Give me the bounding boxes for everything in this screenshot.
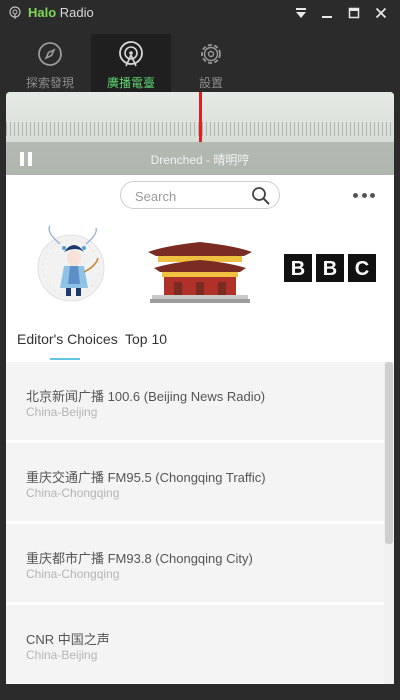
search-box[interactable] [120, 181, 280, 209]
nav-label-explore: 探索發現 [25, 76, 74, 90]
close-button[interactable] [372, 4, 390, 22]
station-title: 重庆都市广播 FM93.8 (Chongqing City) [26, 551, 253, 566]
scrollbar-thumb[interactable] [385, 362, 393, 544]
bbc-logo-icon: B B C [284, 254, 376, 282]
dropdown-menu-button[interactable] [292, 4, 310, 22]
nav-item-explore[interactable]: 探索發現 [10, 34, 90, 92]
nav-label-settings: 設置 [198, 76, 223, 90]
station-list-item[interactable]: 北京新闻广播 100.6 (Beijing News Radio) China-… [6, 362, 384, 440]
maximize-button[interactable] [345, 4, 363, 22]
player-bar: Drenched - 晴明哼 [6, 142, 394, 175]
app-title-part2: Radio [56, 5, 94, 20]
station-list-item[interactable]: 重庆都市广播 FM93.8 (Chongqing City) China-Cho… [6, 524, 384, 602]
maximize-icon [348, 7, 360, 19]
search-input[interactable] [135, 187, 245, 205]
close-icon [375, 7, 387, 19]
peking-opera-figure-icon [37, 225, 105, 302]
window-bottom-border [0, 684, 400, 700]
featured-forbidden-city-card[interactable] [144, 222, 256, 314]
tab-bar: Editor's Choices Top 10 [6, 314, 394, 362]
compass-icon [38, 42, 62, 66]
gear-icon [201, 44, 221, 64]
nav-label-radio-stations: 廣播電臺 [106, 76, 155, 90]
minimize-icon [322, 16, 332, 18]
radio-antenna-icon [119, 41, 143, 67]
station-location: China-Chongqing [26, 567, 120, 581]
app-title: Halo Radio [28, 6, 94, 20]
active-tab-indicator [50, 358, 80, 360]
station-title: CNR 中国之声 [26, 632, 110, 647]
station-list: 北京新闻广播 100.6 (Beijing News Radio) China-… [6, 362, 394, 684]
tuner-needle[interactable] [199, 92, 202, 142]
minimize-button[interactable] [318, 4, 336, 22]
more-options-icon[interactable] [353, 193, 375, 199]
main-panel: Drenched - 晴明哼 Search B B C Editor's Cho… [6, 92, 394, 684]
nav-item-settings[interactable]: 設置 [171, 34, 251, 92]
player-tuner: Drenched - 晴明哼 [6, 92, 394, 175]
featured-bbc-card[interactable]: B B C [282, 222, 378, 314]
featured-carousel: B B C [6, 222, 394, 314]
title-bar[interactable]: Halo Radio [0, 0, 400, 26]
bbc-letter-2: B [323, 258, 337, 280]
tab-top10[interactable]: Top 10 [125, 331, 167, 347]
station-list-item[interactable]: CNR 中国之声 China-Beijing [6, 605, 384, 683]
station-location: China-Beijing [26, 648, 98, 662]
menu-arrow-icon [296, 8, 306, 18]
nav-item-radio-stations[interactable]: 廣播電臺 [91, 34, 171, 92]
bbc-letter-1: B [291, 258, 305, 280]
chinese-palace-icon [148, 242, 252, 303]
app-title-part1: Halo [28, 5, 57, 20]
search-icon[interactable] [251, 186, 271, 206]
station-title: 北京新闻广播 100.6 (Beijing News Radio) [26, 389, 266, 404]
station-location: China-Chongqing [26, 486, 120, 500]
featured-peking-opera-card[interactable] [26, 222, 116, 314]
tab-editors-choices[interactable]: Editor's Choices [17, 331, 118, 347]
app-logo-icon [9, 6, 21, 19]
station-list-item[interactable]: 重庆交通广播 FM95.5 (Chongqing Traffic) China-… [6, 443, 384, 521]
now-playing-text: Drenched - 晴明哼 [150, 153, 250, 167]
station-location: China-Beijing [26, 405, 98, 419]
search-row [6, 175, 394, 215]
bbc-letter-3: C [355, 258, 369, 280]
station-title: 重庆交通广播 FM95.5 (Chongqing Traffic) [26, 470, 266, 485]
top-navigation: 探索發現 廣播電臺 設置 [0, 26, 400, 92]
